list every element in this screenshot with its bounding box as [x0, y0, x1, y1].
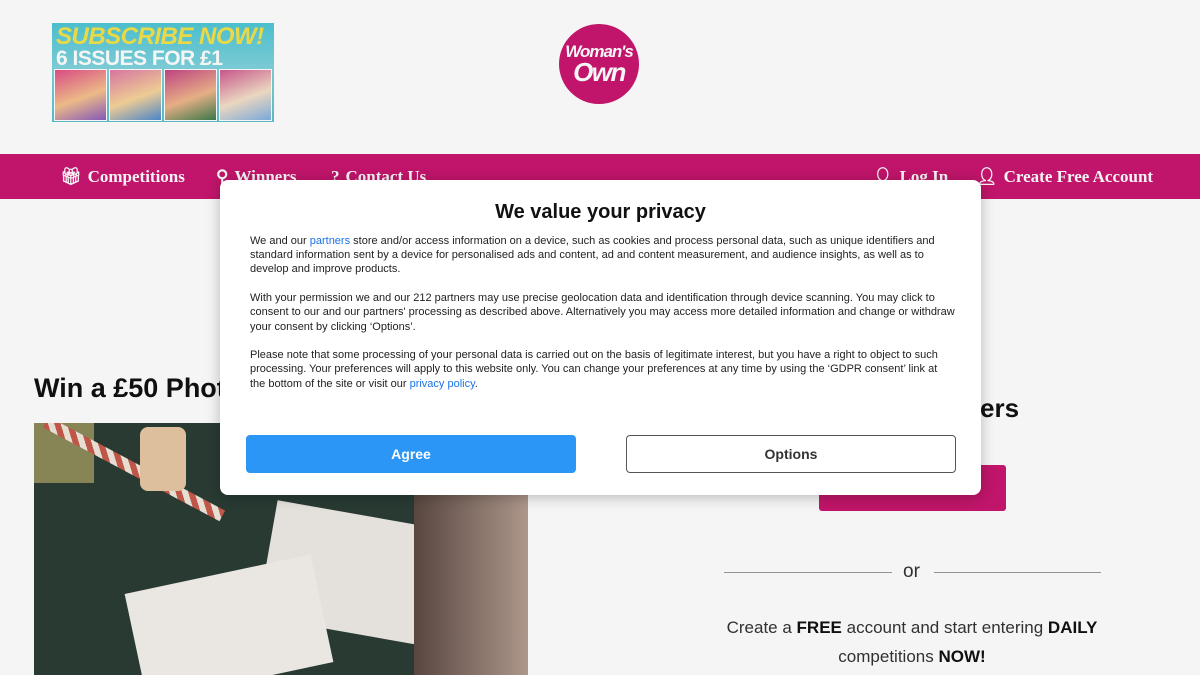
- p3-text-pre: Please note that some processing of your…: [250, 349, 938, 390]
- consent-overlay: We value your privacy We and our partner…: [0, 0, 1200, 675]
- dialog-title: We value your privacy: [495, 201, 706, 223]
- partners-link[interactable]: partners: [310, 235, 350, 247]
- privacy-policy-link[interactable]: privacy policy: [410, 378, 475, 390]
- consent-paragraph-3: Please note that some processing of your…: [250, 348, 955, 391]
- privacy-consent-dialog: We value your privacy We and our partner…: [220, 180, 981, 495]
- consent-paragraph-1: We and our partners store and/or access …: [250, 234, 955, 277]
- p3-text-post: .: [474, 377, 478, 390]
- p1-text-post: store and/or access information on a dev…: [250, 235, 935, 276]
- agree-button[interactable]: Agree: [246, 435, 576, 473]
- consent-paragraph-2: With your permission we and our 212 part…: [250, 292, 955, 333]
- dialog-body: We and our partners store and/or access …: [250, 234, 955, 405]
- options-button[interactable]: Options: [626, 435, 956, 473]
- p1-text-pre: We and our: [250, 235, 310, 247]
